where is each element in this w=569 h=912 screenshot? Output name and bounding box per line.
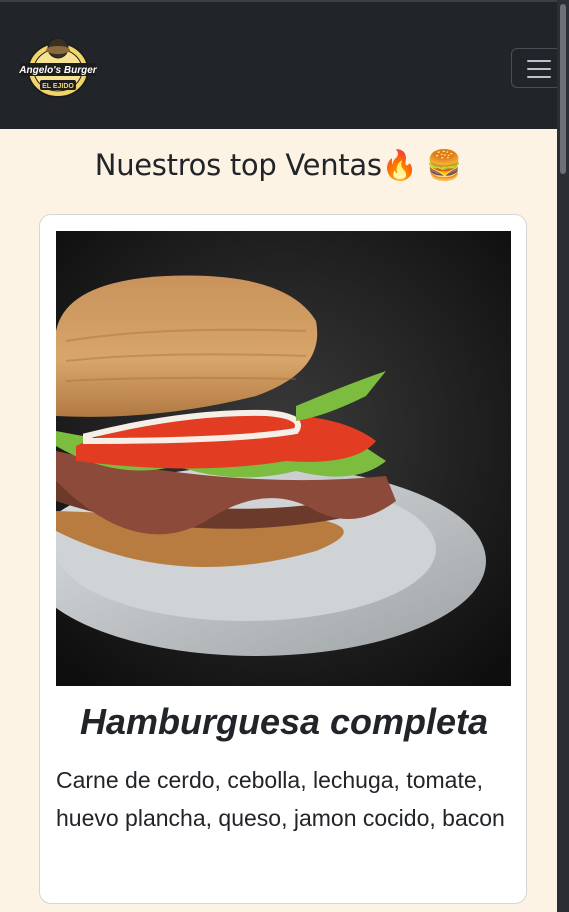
- hamburger-menu-icon: [527, 60, 551, 62]
- product-description: Carne de cerdo, cebolla, lechuga, tomate…: [56, 767, 505, 831]
- navbar: Angelo's Burger EL EJIDO: [0, 0, 565, 129]
- scrollbar-thumb[interactable]: [560, 4, 566, 174]
- product-card[interactable]: Hamburguesa completa Carne de cerdo, ceb…: [39, 214, 527, 904]
- logo-subtext: EL EJIDO: [42, 83, 74, 90]
- section-title: Nuestros top Ventas🔥 🍔: [94, 148, 463, 182]
- scrollbar[interactable]: [557, 0, 569, 912]
- logo-text: Angelo's Burger: [18, 65, 97, 76]
- product-title: Hamburguesa completa: [79, 701, 489, 742]
- product-image: [56, 231, 511, 686]
- brand-logo[interactable]: Angelo's Burger EL EJIDO: [14, 30, 102, 102]
